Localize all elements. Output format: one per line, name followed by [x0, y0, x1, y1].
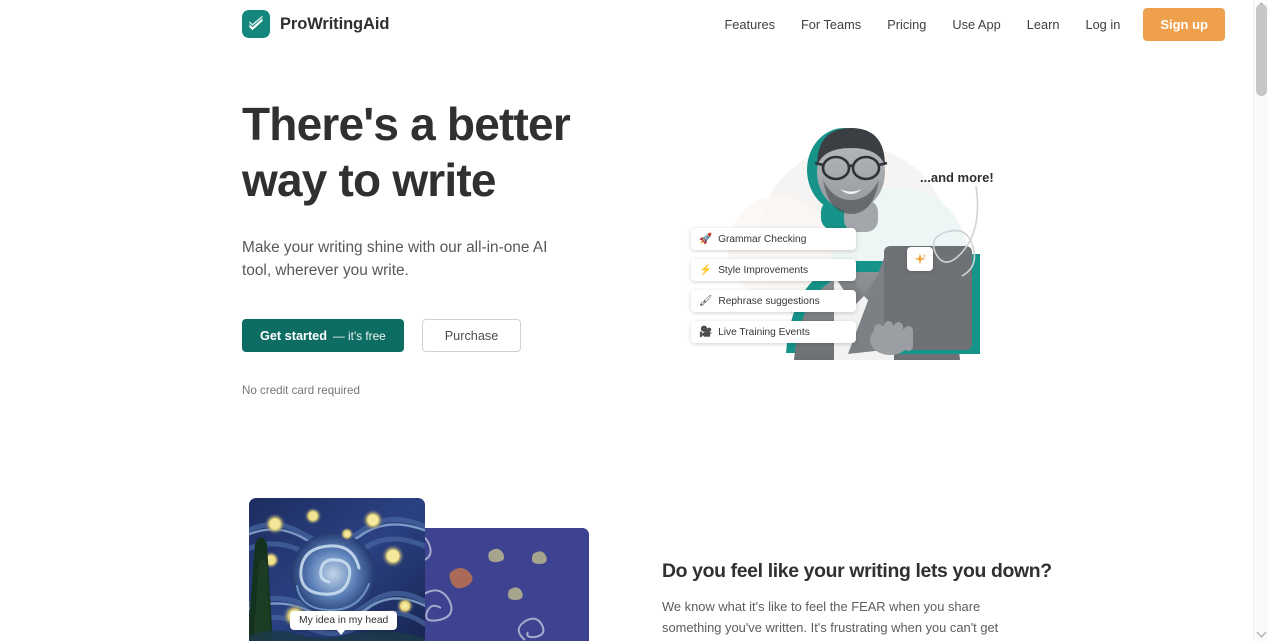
feature-chip-label: Style Improvements [718, 264, 809, 276]
and-more-callout: ...and more! [920, 170, 994, 185]
lower-section: Do you feel like your writing lets you d… [662, 560, 1052, 641]
prowritingaid-logo-icon [242, 10, 270, 38]
idea-in-my-head-label: My idea in my head [290, 611, 398, 635]
sparkles-icon [907, 247, 933, 271]
rocket-icon: 🚀 [699, 232, 713, 245]
feature-chip-list: 🚀 Grammar Checking ⚡ Style Improvements … [691, 228, 856, 343]
lower-section-title: Do you feel like your writing lets you d… [662, 560, 1052, 582]
feature-chip-style-improvements[interactable]: ⚡ Style Improvements [691, 259, 856, 281]
brand-home-link[interactable]: ProWritingAid [242, 10, 389, 38]
video-camera-icon: 🎥 [699, 325, 713, 338]
nav-item-learn[interactable]: Learn [1014, 11, 1073, 38]
purchase-button[interactable]: Purchase [421, 319, 522, 352]
nav-item-pricing[interactable]: Pricing [874, 11, 939, 38]
nav-item-log-in[interactable]: Log in [1072, 11, 1133, 38]
get-started-button[interactable]: Get started — it's free [242, 319, 404, 352]
feature-chip-rephrase-suggestions[interactable]: 🖌 Rephrase suggestions [691, 290, 856, 312]
scrollbar-thumb[interactable] [1256, 4, 1267, 96]
feature-chip-grammar-checking[interactable]: 🚀 Grammar Checking [691, 228, 856, 250]
nav-item-for-teams[interactable]: For Teams [788, 11, 874, 38]
magic-wand-icon: 🖌 [699, 294, 713, 307]
nav-item-features[interactable]: Features [711, 11, 788, 38]
feature-chip-label: Rephrase suggestions [718, 295, 820, 307]
hero-title-line-2: way to write [242, 154, 496, 206]
get-started-suffix: — it's free [332, 328, 386, 343]
hero-subtitle: Make your writing shine with our all-in-… [242, 239, 548, 279]
site-header: ProWritingAid Features For Teams Pricing… [0, 0, 1253, 48]
lower-section-body: We know what it's like to feel the FEAR … [662, 599, 999, 641]
feature-chip-label: Live Training Events [718, 326, 810, 338]
page-title: There's a better way to write [242, 96, 602, 208]
lightning-icon: ⚡ [699, 263, 713, 276]
main-nav: Features For Teams Pricing Use App Learn… [711, 7, 1225, 41]
get-started-label: Get started [260, 328, 327, 343]
writing-comparison-illustration: My idea in my head [249, 498, 589, 641]
feature-chip-label: Grammar Checking [718, 233, 807, 245]
sign-up-button[interactable]: Sign up [1143, 7, 1225, 41]
hero-title-line-1: There's a better [242, 98, 571, 150]
hero-actions: Get started — it's free Purchase [242, 319, 602, 352]
feature-chip-live-training-events[interactable]: 🎥 Live Training Events [691, 321, 856, 343]
nav-item-use-app[interactable]: Use App [939, 11, 1013, 38]
hero-illustration: 🚀 Grammar Checking ⚡ Style Improvements … [658, 108, 1028, 388]
brand-name: ProWritingAid [280, 14, 390, 33]
page-scrollbar[interactable] [1253, 0, 1268, 641]
page-root: ProWritingAid Features For Teams Pricing… [0, 0, 1268, 641]
hero-section: There's a better way to write Make your … [242, 96, 602, 397]
no-credit-card-note: No credit card required [242, 384, 360, 397]
scroll-down-icon[interactable] [1256, 627, 1267, 638]
